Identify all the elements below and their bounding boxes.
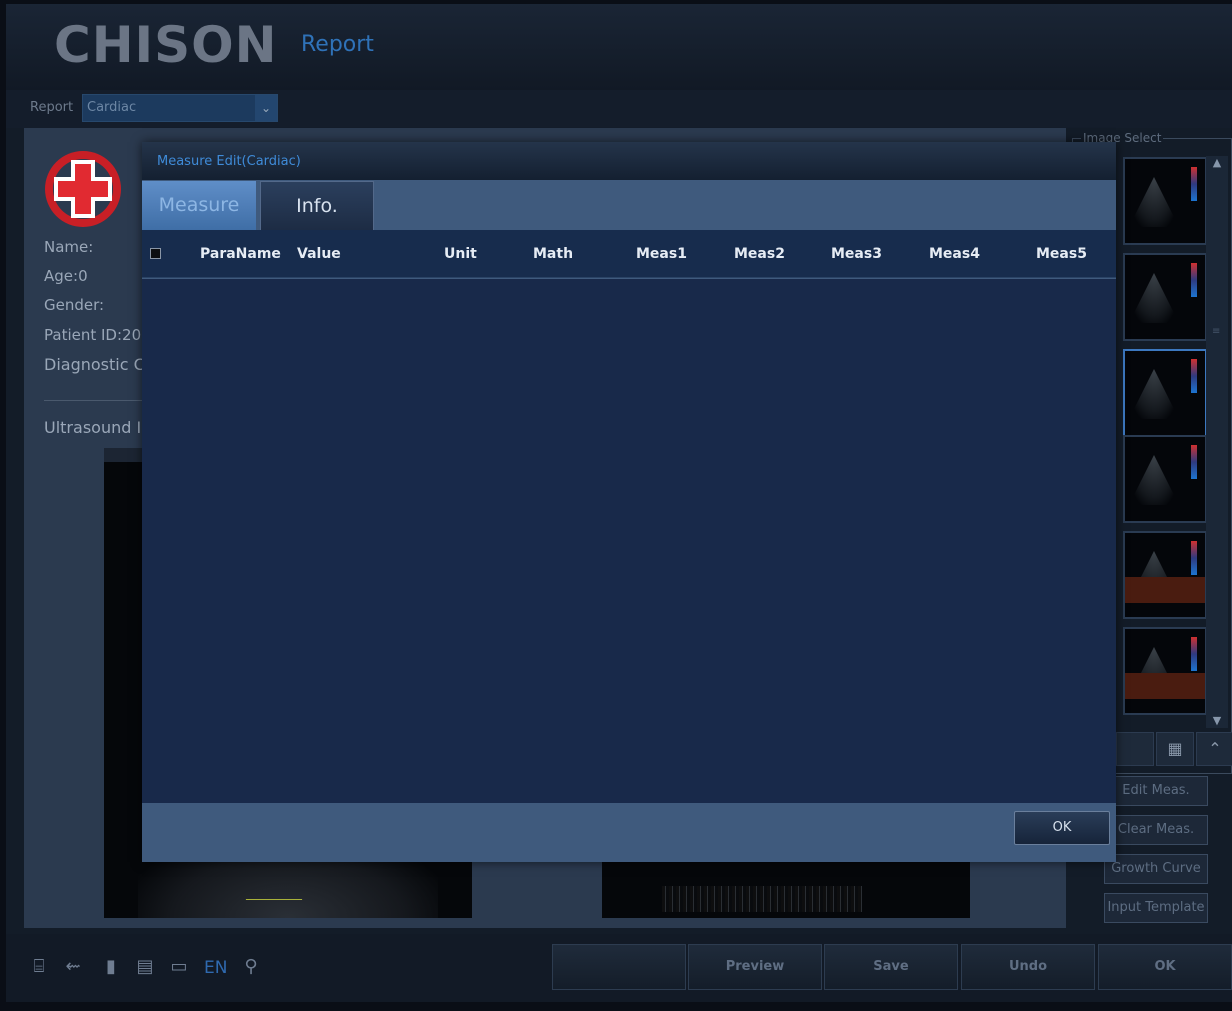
tab-measure[interactable]: Measure	[142, 181, 256, 230]
undo-button[interactable]: Undo	[961, 944, 1095, 990]
image-thumbnail[interactable]	[1123, 531, 1207, 619]
thumbnail-scrollbar[interactable]: ▲ ≡ ▼	[1206, 156, 1228, 728]
measure-table-header: ParaName Value Unit Math Meas1 Meas2 Mea…	[142, 230, 1116, 278]
page-title: Report	[301, 32, 374, 57]
patient-name-label: Name:	[44, 238, 94, 256]
image-thumbnail[interactable]	[1123, 435, 1207, 523]
storage-icon: ▮	[106, 956, 116, 977]
growth-curve-button[interactable]: Growth Curve	[1104, 854, 1208, 884]
edit-meas-button[interactable]: Edit Meas.	[1104, 776, 1208, 806]
diagnostic-comments-label: Diagnostic Co	[44, 355, 155, 374]
preview-button[interactable]: Preview	[688, 944, 822, 990]
chevron-down-icon[interactable]: ⌄	[255, 95, 277, 121]
column-paraname: ParaName	[200, 246, 281, 262]
column-meas4: Meas4	[929, 246, 980, 262]
save-button[interactable]: Save	[824, 944, 958, 990]
dialog-footer: OK	[142, 803, 1116, 862]
probe-icon: ⚲	[244, 956, 258, 977]
language-indicator: EN	[204, 958, 228, 978]
chevron-down-icon[interactable]: ▼	[1209, 714, 1225, 728]
ok-bottom-button[interactable]: OK	[1098, 944, 1232, 990]
report-type-select[interactable]: Cardiac ⌄	[82, 94, 278, 122]
report-selector-row: Report Cardiac ⌄	[6, 90, 1232, 128]
collapse-up-icon[interactable]: ⌃	[1196, 732, 1232, 766]
input-template-button[interactable]: Input Template	[1104, 893, 1208, 923]
patient-gender-label: Gender:	[44, 296, 105, 314]
image-thumbnail[interactable]	[1123, 627, 1207, 715]
select-all-checkbox[interactable]	[150, 248, 161, 259]
measure-edit-dialog: Measure Edit(Cardiac) Measure Info. Para…	[142, 142, 1116, 862]
patient-age-label: Age:0	[44, 267, 88, 285]
grid-view-icon[interactable]: ▦	[1156, 732, 1194, 766]
column-math: Math	[533, 246, 574, 262]
report-label: Report	[30, 100, 74, 115]
column-meas2: Meas2	[734, 246, 785, 262]
ultrasound-images-label: Ultrasound Ir	[44, 418, 148, 437]
dialog-tabs: Measure Info.	[142, 180, 1116, 230]
hospital-cross-icon	[45, 151, 121, 227]
measure-table-body[interactable]	[142, 279, 1116, 803]
blank-button[interactable]	[552, 944, 686, 990]
ok-button[interactable]: OK	[1014, 811, 1110, 845]
network-icon: ⌸	[33, 956, 45, 977]
chevron-up-icon[interactable]: ▲	[1209, 156, 1225, 170]
image-thumbnail[interactable]	[1123, 253, 1207, 341]
column-value: Value	[297, 246, 341, 262]
monitor-icon: ▭	[170, 956, 188, 977]
status-bar: ⌸ ⇜ ▮ ▤ ▭ EN ⚲ Preview Save Undo OK	[6, 934, 1232, 1002]
image-thumbnail[interactable]	[1123, 157, 1207, 245]
scroll-grip-icon[interactable]: ≡	[1212, 326, 1220, 337]
dialog-title: Measure Edit(Cardiac)	[157, 154, 301, 169]
column-meas5: Meas5	[1036, 246, 1087, 262]
column-unit: Unit	[444, 246, 477, 262]
column-meas1: Meas1	[636, 246, 687, 262]
speckle-pattern	[662, 886, 862, 912]
printer-icon: ▤	[136, 956, 154, 977]
tab-info[interactable]: Info.	[260, 181, 374, 230]
clear-meas-button[interactable]: Clear Meas.	[1104, 815, 1208, 845]
patient-id-label: Patient ID:201	[44, 326, 151, 344]
column-meas3: Meas3	[831, 246, 882, 262]
image-thumbnail[interactable]	[1123, 349, 1207, 437]
chison-logo: CHISON	[54, 16, 278, 74]
dialog-titlebar[interactable]: Measure Edit(Cardiac)	[142, 142, 1116, 180]
top-bar: CHISON Report	[6, 4, 1232, 90]
usb-icon: ⇜	[65, 956, 81, 977]
divider	[44, 400, 144, 401]
view-single-button[interactable]	[1116, 732, 1154, 766]
report-type-value: Cardiac	[87, 100, 137, 115]
